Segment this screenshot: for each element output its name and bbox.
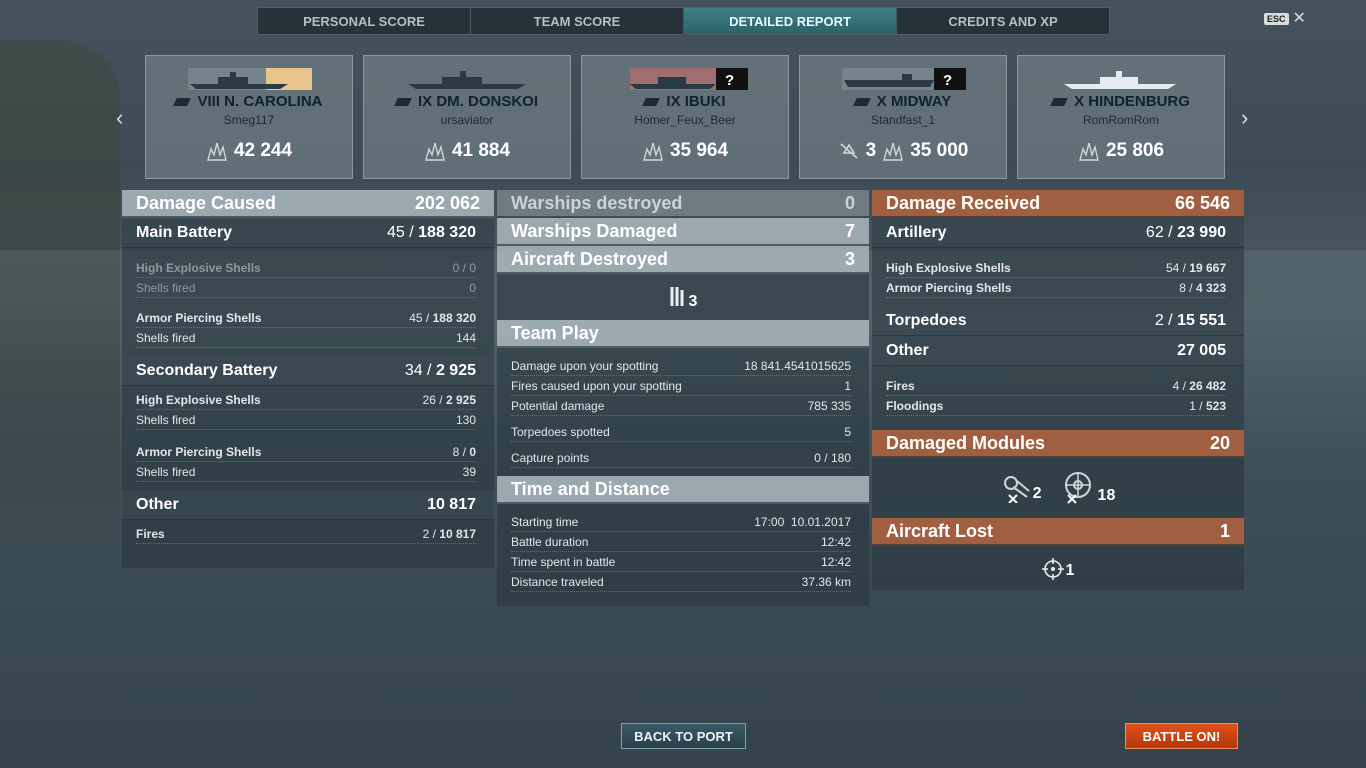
stat-row: Fires caused upon your spotting 1 [511,376,851,396]
stat-row: High Explosive Shells 54 / 19 667 [886,258,1226,278]
ship-card[interactable]: ? X MIDWAY Standfast_1 3 35 000 [799,55,1007,179]
svg-text:?: ? [943,72,952,89]
stat-row: Distance traveled 37.36 km [511,572,851,592]
damaged-modules-icons: 2 18 [872,458,1244,518]
esc-key-label: ESC [1264,13,1289,25]
ship-card[interactable]: VIII N. CAROLINA Smeg117 42 244 [145,55,353,179]
stat-row: Shells fired 130 [136,410,476,430]
torpedoes-row: Torpedoes 2 / 15 551 [872,306,1244,336]
svg-text:?: ? [725,72,734,89]
explosion-icon [883,142,904,161]
stat-row: Armor Piercing Shells 8 / 4 323 [886,278,1226,298]
next-arrow-icon[interactable]: › [1241,105,1248,131]
planes-shot-down-icon [840,143,858,159]
back-to-port-button[interactable]: BACK TO PORT [621,723,746,749]
stat-row: Potential damage 785 335 [511,396,851,416]
base-xp-score: 3 35 000 [800,140,1006,162]
cruiser-class-icon [642,98,661,107]
stat-row: Shells fired 39 [136,462,476,482]
stat-row: Capture points 0 / 180 [511,448,851,468]
aircraft-lost-header: Aircraft Lost 1 [872,518,1244,546]
explosion-icon [1079,142,1099,161]
ship-name: IX IBUKI [582,93,788,110]
player-name: RomRomRom [1082,113,1159,127]
stat-row: High Explosive Shells 0 / 0 [136,258,476,278]
player-name: Smeg117 [223,113,275,127]
stat-row: Shells fired 144 [136,328,476,348]
ship-name: X MIDWAY [800,93,1006,110]
prev-arrow-icon[interactable]: ‹ [116,105,123,131]
stat-row: High Explosive Shells 26 / 2 925 [136,390,476,410]
damage-received-panel: Damage Received 66 546 Artillery 62 / 23 9… [872,190,1244,590]
explosion-icon [425,142,445,161]
secondary-battery-row: Secondary Battery 34 / 2 925 [122,356,494,386]
kills-count: 3 [865,140,877,161]
explosion-icon [643,142,663,161]
time-distance-header: Time and Distance [497,476,869,504]
explosion-icon [207,142,227,161]
battle-on-button[interactable]: BATTLE ON! [1125,723,1238,749]
tab-detailed-report[interactable]: DETAILED REPORT [684,8,897,34]
other-row: Other 10 817 [122,490,494,520]
stat-row: Damage upon your spotting 18 841.45410156… [511,356,851,376]
gun-module-icon [1003,476,1030,503]
base-xp-score: 35 964 [582,140,788,162]
base-xp-score: 41 884 [364,140,570,162]
player-name: ursaviator [440,113,494,127]
stat-row: Fires 2 / 10 817 [136,524,476,544]
tab-credits-xp[interactable]: CREDITS AND XP [897,8,1109,34]
crosshair-icon [1041,558,1064,580]
close-icon: ✕ [1292,10,1306,27]
other-row: Other 27 005 [872,336,1244,366]
stat-row: Time spent in battle 12:42 [511,552,851,572]
stat-row: Torpedoes spotted 5 [511,422,851,442]
tab-personal-score[interactable]: PERSONAL SCORE [258,8,471,34]
aircraft-destroyed-icons: 3 [497,274,869,320]
aircraft-destroyed-header: Aircraft Destroyed 3 [497,246,869,274]
base-xp-score: 42 244 [146,140,352,162]
base-xp-score: 25 806 [1018,140,1224,162]
tab-team-score[interactable]: TEAM SCORE [471,8,684,34]
battleship-class-icon [173,98,192,107]
close-button[interactable]: ESC ✕ [1264,10,1306,27]
player-name: Homer_Feux_Beer [634,113,736,127]
ship-name: VIII N. CAROLINA [146,93,352,110]
ship-card[interactable]: X HINDENBURG RomRomRom 25 806 [1017,55,1225,179]
player-name: Standfast_1 [870,113,936,127]
report-tabs: PERSONAL SCORE TEAM SCORE DETAILED REPOR… [257,7,1110,35]
main-battery-row: Main Battery 45 / 188 320 [122,218,494,248]
warships-destroyed-header: Warships destroyed 0 [497,190,869,218]
damage-caused-panel: Damage Caused 202 062 Main Battery 45 / 18… [122,190,494,568]
stat-row: Fires 4 / 26 482 [886,376,1226,396]
aircraft-lost-icons: 1 [872,546,1244,592]
stat-row: Starting time 17:00 10.01.2017 [511,512,851,532]
combat-summary-panel: Warships destroyed 0 Warships Damaged 7 Ai… [497,190,869,606]
team-play-header: Team Play [497,320,869,348]
stat-row: Armor Piercing Shells 45 / 188 320 [136,308,476,328]
stat-row: Shells fired 0 [136,278,476,298]
stat-row: Floodings 1 / 523 [886,396,1226,416]
damage-received-header: Damage Received 66 546 [872,190,1244,218]
ship-silhouette-icon: ? [630,68,748,90]
ship-silhouette-icon [188,68,312,90]
stat-row: Battle duration 12:42 [511,532,851,552]
carrier-class-icon [852,98,871,107]
ship-card[interactable]: IX DM. DONSKOI ursaviator 41 884 [363,55,571,179]
warships-damaged-header: Warships Damaged 7 [497,218,869,246]
steering-module-icon [1064,472,1091,504]
cruiser-class-icon [394,98,412,107]
damaged-modules-header: Damaged Modules 20 [872,430,1244,458]
ship-name: X HINDENBURG [1018,93,1224,110]
damage-caused-header: Damage Caused 202 062 [122,190,494,218]
ship-silhouette-icon [408,71,526,89]
aircraft-icon [670,287,684,306]
ship-name: IX DM. DONSKOI [364,93,570,110]
ship-card[interactable]: ? IX IBUKI Homer_Feux_Beer 35 964 [581,55,789,179]
ship-silhouette-icon: ? [842,68,966,90]
stat-row: Armor Piercing Shells 8 / 0 [136,442,476,462]
ship-silhouette-icon [1064,71,1176,89]
artillery-row: Artillery 62 / 23 990 [872,218,1244,248]
cruiser-class-icon [1050,98,1068,107]
